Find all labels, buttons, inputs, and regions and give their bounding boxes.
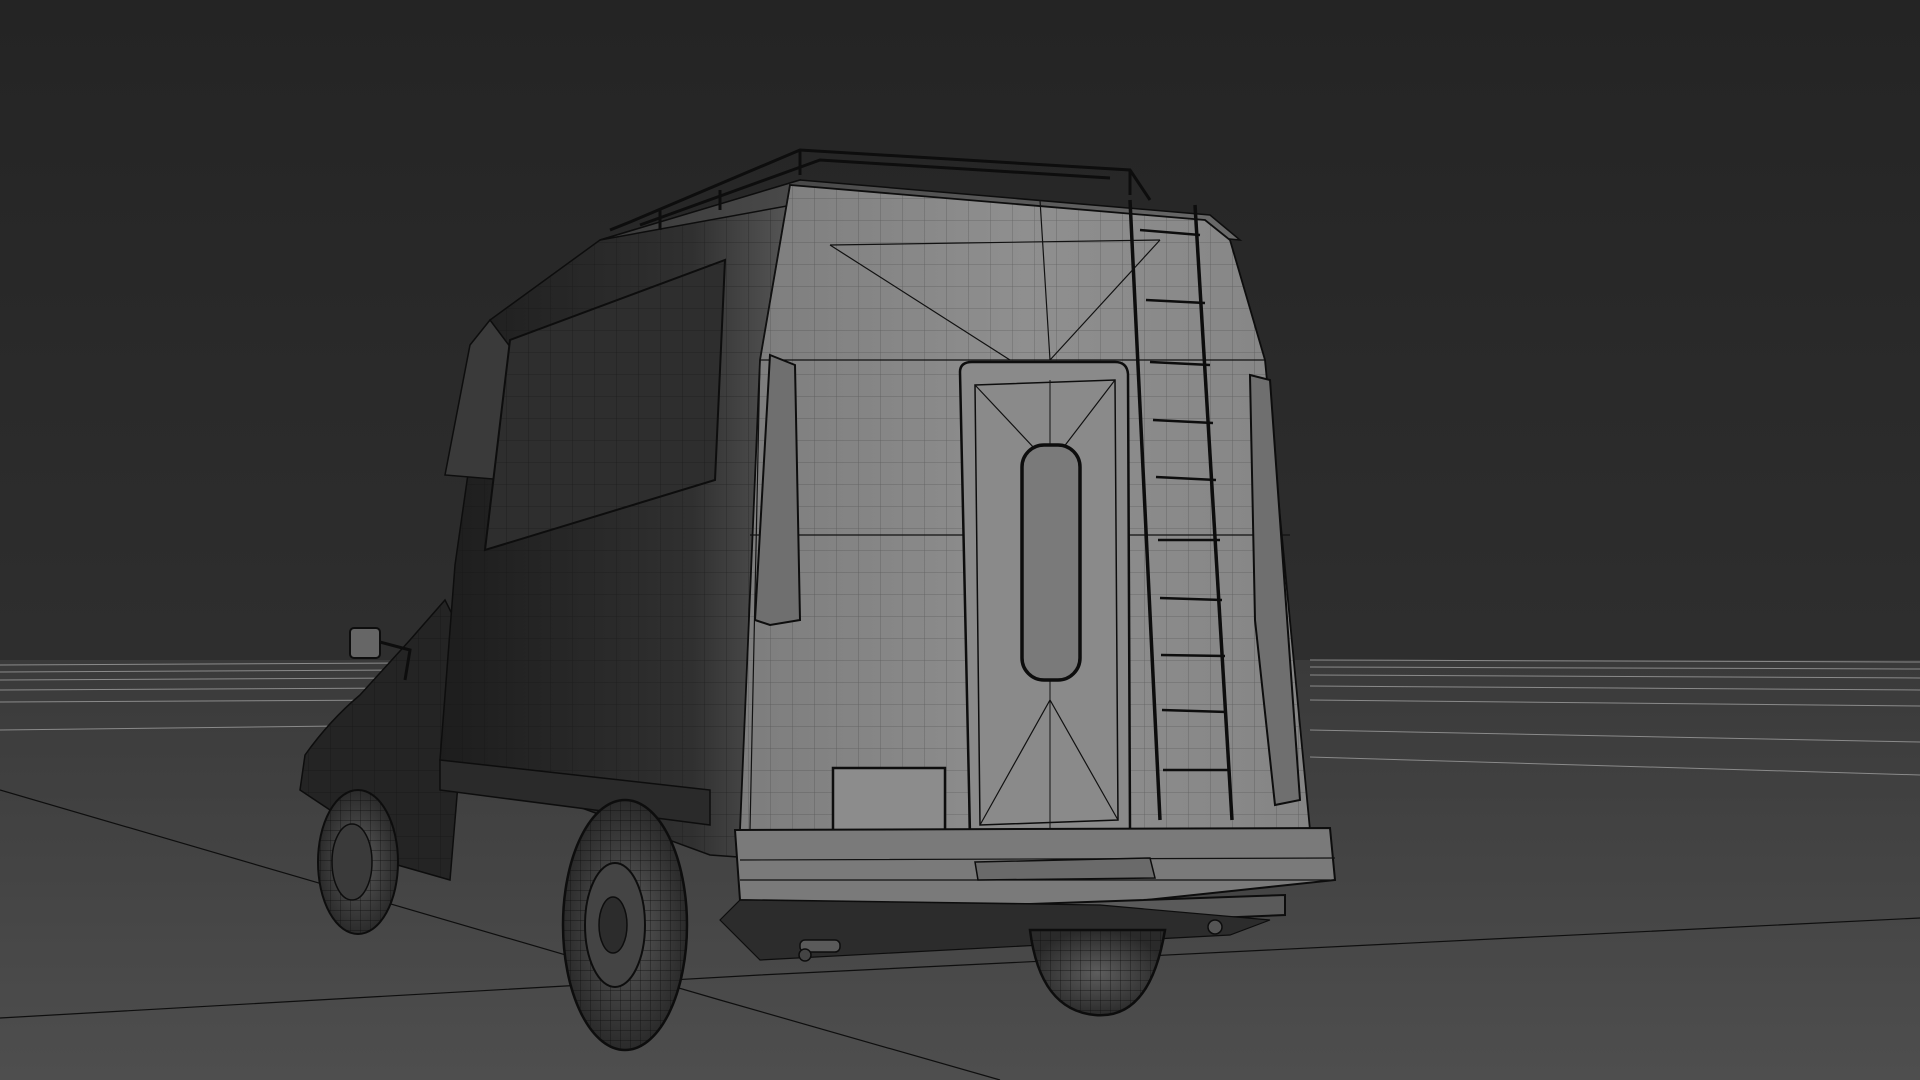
tow-hitch: [1207, 919, 1223, 935]
rear-step: [974, 857, 1156, 881]
rear-door-window: [1020, 443, 1082, 682]
front-wheel: [317, 789, 399, 935]
3d-viewport[interactable]: [0, 0, 1920, 1080]
viewport-canvas[interactable]: [0, 0, 1920, 1080]
rear-left-wheel: [561, 798, 689, 1052]
